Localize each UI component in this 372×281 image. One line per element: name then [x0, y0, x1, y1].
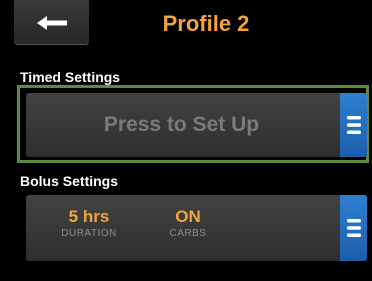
- bolus-duration-value: 5 hrs: [68, 207, 110, 226]
- bolus-settings-button[interactable]: 5 hrs DURATION ON CARBS: [26, 195, 367, 261]
- bolus-carbs-label: CARBS: [169, 228, 207, 239]
- bolus-settings-label: Bolus Settings: [20, 173, 119, 189]
- left-arrow-icon: [36, 15, 67, 30]
- menu-icon: [346, 219, 361, 237]
- back-button[interactable]: [14, 0, 89, 45]
- bolus-carbs: ON CARBS: [143, 207, 233, 240]
- timed-settings-setup-text: Press to Set Up: [103, 113, 260, 136]
- timed-settings-label: Timed Settings: [20, 69, 121, 85]
- bolus-duration: 5 hrs DURATION: [44, 207, 134, 240]
- page-title: Profile 2: [162, 11, 250, 36]
- bolus-carbs-value: ON: [175, 207, 201, 226]
- timed-settings-button[interactable]: Press to Set Up: [26, 93, 367, 157]
- bolus-duration-label: DURATION: [61, 228, 117, 239]
- timed-settings-menu-button[interactable]: [340, 93, 367, 157]
- bolus-settings-menu-button[interactable]: [340, 195, 367, 261]
- profile-screen: Profile 2 Timed Settings Press to Set Up…: [0, 0, 372, 281]
- menu-icon: [346, 116, 361, 134]
